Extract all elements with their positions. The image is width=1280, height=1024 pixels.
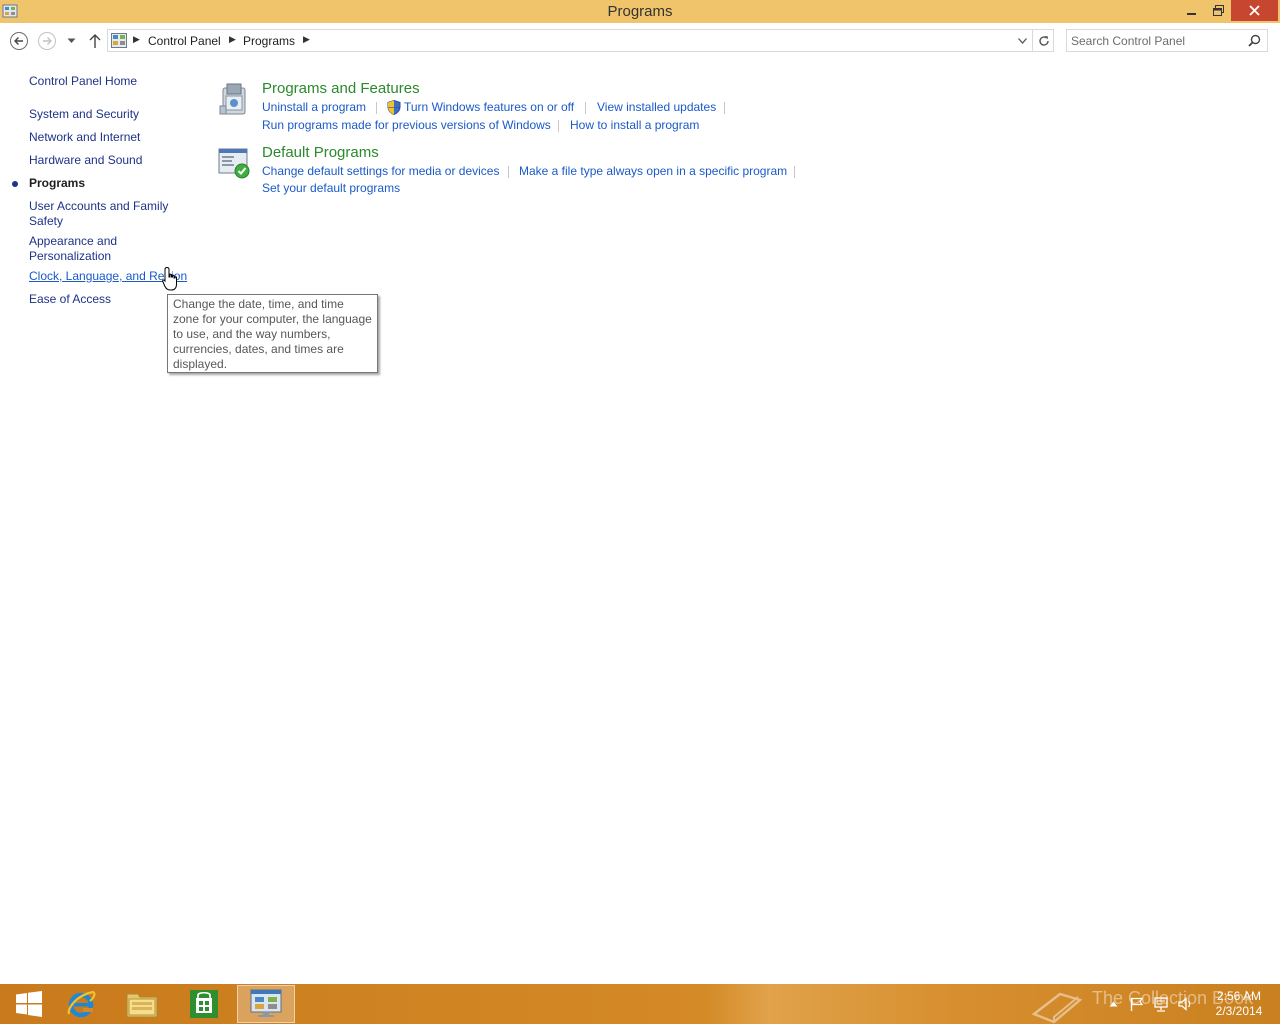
- taskbar-clock[interactable]: 2:56 AM 2/3/2014: [1208, 989, 1270, 1019]
- clock-time: 2:56 AM: [1216, 989, 1262, 1003]
- flag-icon: [1130, 997, 1144, 1011]
- breadcrumb-control-panel[interactable]: Control Panel: [148, 34, 221, 48]
- taskbar-internet-explorer[interactable]: [52, 985, 110, 1023]
- sidebar-item-hardware-and-sound[interactable]: Hardware and Sound: [29, 153, 142, 168]
- minimize-icon: [1187, 12, 1196, 15]
- chevron-down-icon: [1017, 37, 1027, 44]
- taskbar: The Collection Book 2:56 AM 2/3/2014: [0, 984, 1280, 1024]
- taskbar-file-explorer[interactable]: [113, 985, 171, 1023]
- window-title: Programs: [607, 3, 673, 20]
- task-separator: [376, 102, 377, 114]
- action-center-button[interactable]: [1127, 984, 1147, 1024]
- breadcrumb-separator-icon[interactable]: ▶: [229, 34, 236, 45]
- minimize-button[interactable]: [1179, 0, 1205, 21]
- hand-cursor-icon: [162, 266, 177, 291]
- task-file-type-association[interactable]: Make a file type always open in a specif…: [519, 164, 787, 178]
- back-arrow-icon: [10, 32, 28, 50]
- sidebar-item-network-and-internet[interactable]: Network and Internet: [29, 130, 140, 145]
- title-bar: Programs: [0, 0, 1280, 23]
- task-separator: [558, 120, 559, 132]
- uac-shield-icon: [387, 100, 401, 115]
- restore-icon: [1212, 5, 1224, 16]
- navigation-bar: ▶ Control Panel ▶ Programs ▶: [0, 23, 1280, 59]
- task-turn-windows-features[interactable]: Turn Windows features on or off: [404, 100, 574, 114]
- task-separator: [585, 102, 586, 114]
- tooltip: Change the date, time, and time zone for…: [167, 294, 378, 373]
- start-button[interactable]: [0, 985, 58, 1023]
- taskbar-store[interactable]: [175, 985, 233, 1023]
- breadcrumb-programs[interactable]: Programs: [243, 34, 295, 48]
- show-hidden-icons-button[interactable]: [1104, 984, 1122, 1024]
- clock-date: 2/3/2014: [1215, 1004, 1263, 1018]
- volume-button[interactable]: [1175, 984, 1197, 1024]
- category-default-programs[interactable]: Default Programs: [262, 144, 379, 161]
- taskbar-control-panel[interactable]: [237, 985, 295, 1023]
- close-icon: [1249, 5, 1260, 16]
- recent-locations-button[interactable]: [63, 31, 79, 51]
- restore-button[interactable]: [1205, 0, 1231, 21]
- task-how-to-install[interactable]: How to install a program: [570, 118, 699, 132]
- store-icon: [190, 990, 218, 1018]
- default-programs-icon[interactable]: [217, 146, 251, 180]
- book-icon: [1031, 992, 1083, 1024]
- search-box[interactable]: [1066, 29, 1268, 52]
- breadcrumb-separator-icon[interactable]: ▶: [133, 34, 140, 45]
- address-dropdown-button[interactable]: [1013, 31, 1031, 50]
- forward-button[interactable]: [37, 31, 57, 51]
- sidebar-item-programs[interactable]: Programs: [29, 176, 85, 191]
- search-icon[interactable]: [1248, 34, 1261, 47]
- current-item-bullet: [12, 181, 18, 187]
- programs-and-features-icon[interactable]: [217, 82, 251, 116]
- internet-explorer-icon: [67, 990, 96, 1018]
- task-change-default-settings[interactable]: Change default settings for media or dev…: [262, 164, 499, 178]
- task-uninstall-program[interactable]: Uninstall a program: [262, 100, 366, 114]
- speaker-icon: [1178, 997, 1191, 1011]
- sidebar-item-ease-of-access[interactable]: Ease of Access: [29, 292, 111, 307]
- task-run-previous-versions[interactable]: Run programs made for previous versions …: [262, 118, 551, 132]
- windows-logo-icon: [16, 991, 42, 1017]
- sidebar-item-user-accounts[interactable]: User Accounts and Family Safety: [29, 199, 179, 229]
- close-button[interactable]: [1231, 0, 1278, 21]
- address-bar[interactable]: ▶ Control Panel ▶ Programs ▶: [107, 29, 1054, 52]
- network-icon: [1154, 996, 1168, 1012]
- search-input[interactable]: [1071, 32, 1241, 49]
- category-programs-and-features[interactable]: Programs and Features: [262, 80, 420, 97]
- refresh-icon: [1038, 35, 1049, 46]
- breadcrumb-separator-icon[interactable]: ▶: [303, 34, 310, 45]
- network-button[interactable]: [1151, 984, 1171, 1024]
- chevron-down-icon: [67, 38, 75, 43]
- chevron-up-icon: [1109, 1001, 1117, 1007]
- back-button[interactable]: [9, 31, 29, 51]
- task-set-default-programs[interactable]: Set your default programs: [262, 181, 400, 195]
- control-panel-icon: [111, 33, 127, 48]
- task-view-installed-updates[interactable]: View installed updates: [597, 100, 716, 114]
- task-separator: [794, 166, 795, 178]
- up-arrow-icon: [89, 34, 101, 48]
- task-separator: [724, 102, 725, 114]
- up-button[interactable]: [85, 31, 105, 51]
- task-separator: [508, 166, 509, 178]
- sidebar-item-appearance[interactable]: Appearance and Personalization: [29, 234, 139, 264]
- sidebar-item-control-panel-home[interactable]: Control Panel Home: [29, 74, 137, 89]
- refresh-button[interactable]: [1032, 30, 1054, 51]
- file-explorer-icon: [126, 993, 158, 1018]
- control-panel-icon: [250, 989, 282, 1017]
- forward-arrow-icon: [38, 32, 56, 50]
- sidebar-item-system-and-security[interactable]: System and Security: [29, 107, 139, 122]
